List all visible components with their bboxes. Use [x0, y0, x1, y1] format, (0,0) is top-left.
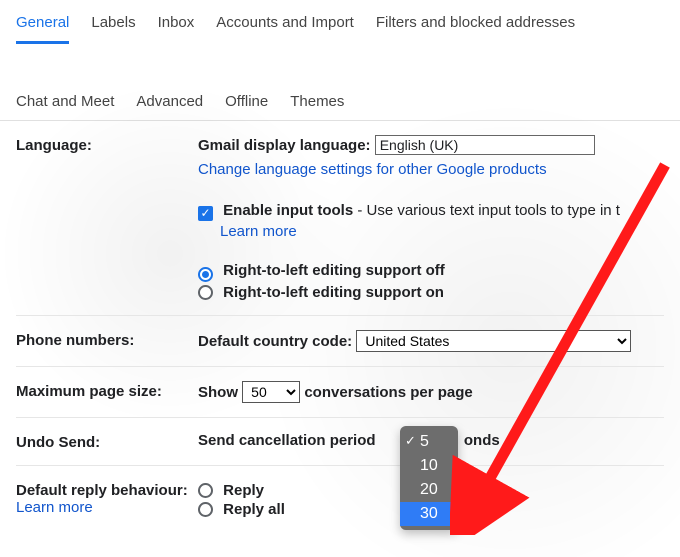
enable-input-tools-label: Enable input tools — [223, 202, 353, 219]
input-tools-learn-more-link[interactable]: Learn more — [220, 223, 297, 240]
value-language: Gmail display language: English (UK) Cha… — [198, 135, 664, 301]
row-page-size: Maximum page size: Show 50 conversations… — [16, 367, 664, 418]
label-page-size: Maximum page size: — [16, 381, 198, 403]
enable-input-tools-checkbox[interactable] — [198, 206, 213, 221]
page-size-suffix: conversations per page — [304, 384, 472, 401]
undo-prefix: Send cancellation period — [198, 432, 376, 449]
settings-content: Language: Gmail display language: Englis… — [0, 121, 680, 518]
reply-all-label: Reply all — [223, 501, 285, 518]
undo-option-5[interactable]: 5 — [400, 430, 458, 454]
row-reply-behaviour: Default reply behaviour: Learn more Repl… — [16, 466, 664, 518]
tab-themes[interactable]: Themes — [290, 87, 344, 120]
settings-tabs: General Labels Inbox Accounts and Import… — [0, 0, 680, 121]
undo-suffix: onds — [464, 432, 500, 449]
tab-advanced[interactable]: Advanced — [136, 87, 203, 120]
display-language-label: Gmail display language: — [198, 137, 371, 154]
rtl-off-label: Right-to-left editing support off — [223, 262, 445, 279]
rtl-on-label: Right-to-left editing support on — [223, 284, 444, 301]
undo-send-dropdown: 5 10 20 30 — [400, 426, 458, 530]
label-phone: Phone numbers: — [16, 330, 198, 352]
reply-radio[interactable] — [198, 483, 213, 498]
tab-inbox[interactable]: Inbox — [158, 8, 195, 43]
tab-chat[interactable]: Chat and Meet — [16, 87, 114, 120]
reply-learn-more-link[interactable]: Learn more — [16, 499, 93, 516]
label-reply-behaviour: Default reply behaviour: Learn more — [16, 480, 198, 518]
row-phone: Phone numbers: Default country code: Uni… — [16, 316, 664, 367]
reply-label: Reply — [223, 482, 264, 499]
country-code-select[interactable]: United States — [356, 330, 631, 352]
undo-option-20[interactable]: 20 — [400, 478, 458, 502]
tab-general[interactable]: General — [16, 8, 69, 44]
undo-option-10[interactable]: 10 — [400, 454, 458, 478]
page-size-show: Show — [198, 384, 238, 401]
tab-labels[interactable]: Labels — [91, 8, 135, 43]
tab-accounts[interactable]: Accounts and Import — [216, 8, 354, 43]
label-language: Language: — [16, 135, 198, 301]
tab-offline[interactable]: Offline — [225, 87, 268, 120]
undo-option-30[interactable]: 30 — [400, 502, 458, 526]
label-undo-send: Undo Send: — [16, 432, 198, 451]
country-code-label: Default country code: — [198, 333, 352, 350]
row-undo-send: Undo Send: Send cancellation period onds — [16, 418, 664, 466]
display-language-select[interactable]: English (UK) — [375, 135, 595, 155]
tab-filters[interactable]: Filters and blocked addresses — [376, 8, 575, 43]
enable-input-tools-desc: - Use various text input tools to type i… — [353, 202, 620, 219]
row-language: Language: Gmail display language: Englis… — [16, 121, 664, 316]
rtl-on-radio[interactable] — [198, 285, 213, 300]
page-size-select[interactable]: 50 — [242, 381, 300, 403]
change-language-link[interactable]: Change language settings for other Googl… — [198, 161, 547, 178]
reply-all-radio[interactable] — [198, 502, 213, 517]
rtl-off-radio[interactable] — [198, 267, 213, 282]
